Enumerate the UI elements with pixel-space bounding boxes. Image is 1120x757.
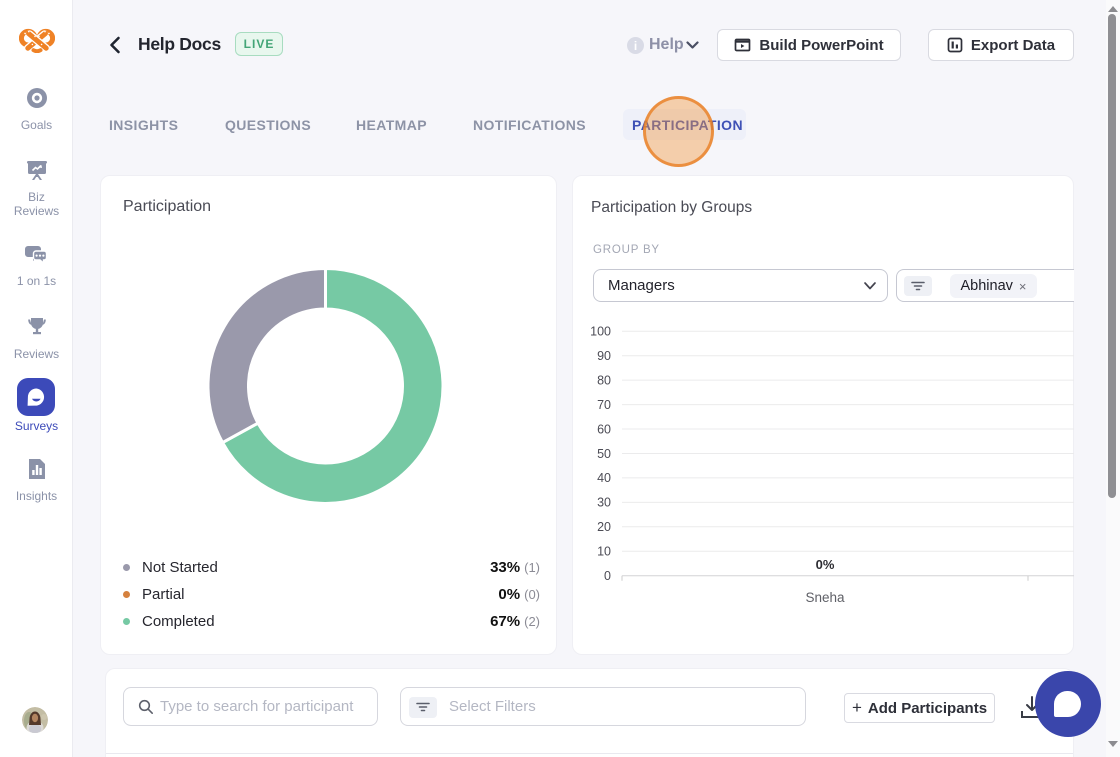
svg-text:90: 90 — [597, 349, 611, 363]
svg-text:10: 10 — [597, 545, 611, 559]
svg-text:0: 0 — [604, 569, 611, 583]
svg-text:70: 70 — [597, 398, 611, 412]
svg-text:60: 60 — [597, 422, 611, 436]
svg-text:30: 30 — [597, 496, 611, 510]
svg-text:40: 40 — [597, 471, 611, 485]
svg-text:100: 100 — [590, 325, 611, 339]
svg-text:0%: 0% — [816, 557, 835, 572]
svg-text:Sneha: Sneha — [805, 590, 845, 605]
svg-text:50: 50 — [597, 447, 611, 461]
svg-text:80: 80 — [597, 373, 611, 387]
svg-text:20: 20 — [597, 520, 611, 534]
